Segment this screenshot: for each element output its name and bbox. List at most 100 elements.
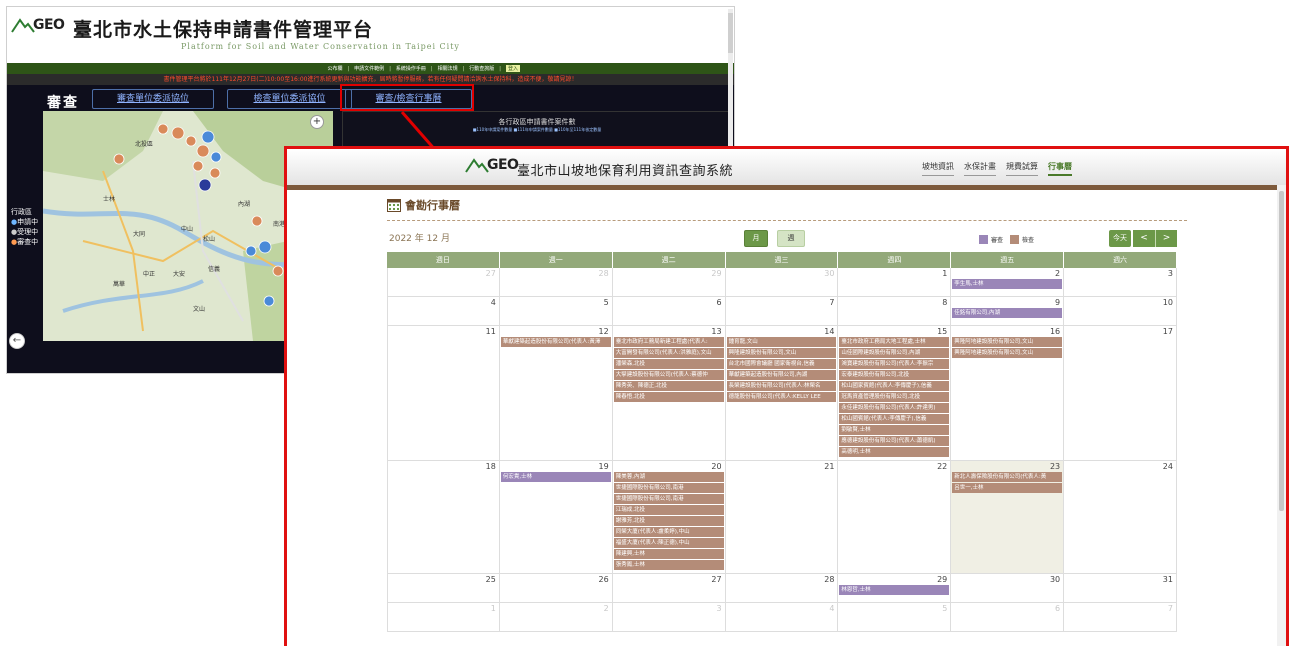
calendar-day-cell[interactable]: 7 [1064,603,1177,631]
review-event[interactable]: 林恩哲,士林 [839,585,950,595]
calendar-day-cell[interactable]: 24 [1064,461,1177,573]
inspection-event[interactable]: 陳春悟,北投 [613,392,724,402]
calendar-day-cell[interactable]: 5 [500,297,613,325]
calendar-day-cell[interactable]: 3 [613,603,726,631]
inspection-event[interactable]: 福盛大廈(代表人:陳正德),中山 [613,538,724,548]
calendar-day-cell[interactable]: 16 興隆阿地建設股份有限公司,文山 興隆阿地建設股份有限公司,文山 [951,326,1065,460]
calendar-day-cell[interactable]: 5 [838,603,952,631]
tab-inspection-assignment[interactable]: 檢查單位委派協位 [227,89,352,109]
legend-item-accepted[interactable]: ●受理中 [11,227,38,237]
calendar-day-cell[interactable]: 25 [387,574,500,602]
inspection-event[interactable]: 臺北市政府工務局新建工程處(代表人: [613,337,724,347]
bg-nav-item[interactable]: 系統操作手冊 [396,65,426,72]
calendar-day-cell[interactable]: 3 [1064,268,1177,296]
inspection-event[interactable]: 應德建設股份有限公司(代表人:蕭德凱) [839,436,950,446]
calendar-day-cell[interactable]: 6 [613,297,726,325]
calendar-day-cell[interactable]: 22 [838,461,952,573]
calendar-day-cell[interactable]: 6 [951,603,1065,631]
calendar-day-cell[interactable]: 15 臺北市政府工務局大地工程處,士林 山佳國際建設股份有限公司,內湖 鴻寶建設股份有… [838,326,952,460]
calendar-day-cell[interactable]: 29 [613,268,726,296]
calendar-day-cell[interactable]: 28 [500,268,613,296]
calendar-day-cell[interactable]: 1 [838,268,952,296]
calendar-day-cell[interactable]: 2 [500,603,613,631]
nav-slope-info[interactable]: 坡地資訊 [922,161,954,176]
inspection-event[interactable]: 呂世一,士林 [952,483,1063,493]
review-event[interactable]: 李生馬,士林 [952,279,1063,289]
bg-nav-item[interactable]: 公布欄 [327,65,342,72]
next-month-button[interactable]: > [1155,230,1177,247]
legend-item-reviewing[interactable]: ●審查中 [11,237,38,247]
inspection-event[interactable]: 德龍股份有限公司(代表人:KELLY LEE [726,392,837,402]
inspection-event[interactable]: 長榮建設股份有限公司(代表人:林榮名 [726,381,837,391]
nav-fee-calculator[interactable]: 規費試算 [1006,161,1038,176]
calendar-day-cell[interactable]: 20 陳美蓉,內湖 世捷國際股份有限公司,南港 世捷國際股份有限公司,南港 江瑞成,北投… [613,461,726,573]
inspection-event[interactable]: 謝雅芳,北投 [613,516,724,526]
inspection-event[interactable]: 冠馬資產管理股份有限公司,北投 [839,392,950,402]
calendar-day-cell[interactable]: 19 何宏貴,士林 [500,461,613,573]
bg-nav-item[interactable]: 相關法規 [438,65,458,72]
back-arrow-icon[interactable]: ← [9,333,25,349]
tab-review-assignment[interactable]: 審查單位委派協位 [92,89,214,109]
inspection-event[interactable]: 松山國賓館(代表人:李傳慶子),信義 [839,414,950,424]
calendar-day-cell[interactable]: 8 [838,297,952,325]
inspection-event[interactable]: 松山國家賓館(代表人:李傳慶子),信義 [839,381,950,391]
inspection-event[interactable]: 興隆阿地建設股份有限公司,文山 [952,348,1063,358]
calendar-day-cell[interactable]: 30 [726,268,839,296]
calendar-day-cell[interactable]: 2 李生馬,士林 [951,268,1065,296]
inspection-event[interactable]: 鍾育龍,文山 [726,337,837,347]
legend-item-applying[interactable]: ●申請中 [11,217,38,227]
inspection-event[interactable]: 華獻建築起造股份有限公司(代表人:黃澤 [500,337,611,347]
calendar-day-cell[interactable]: 7 [726,297,839,325]
inspection-event[interactable]: 潘榮森,北投 [613,359,724,369]
calendar-day-cell[interactable]: 27 [613,574,726,602]
calendar-day-cell[interactable]: 18 [387,461,500,573]
inspection-event[interactable]: 陳建興,士林 [613,549,724,559]
inspection-event[interactable]: 張秀鳳,士林 [613,560,724,570]
calendar-day-cell[interactable]: 4 [726,603,839,631]
inspection-event[interactable]: 興隆建設股份有限公司,文山 [726,348,837,358]
month-view-button[interactable]: 月 [744,230,768,247]
calendar-day-cell[interactable]: 27 [387,268,500,296]
inspection-event[interactable]: 同榮大廈(代表人:盧柔婷),中山 [613,527,724,537]
bg-nav-item[interactable]: 申請文件範例 [354,65,384,72]
inspection-event[interactable]: 華獻建築起造股份有限公司,內湖 [726,370,837,380]
inspection-event[interactable]: 宏泰建設股份有限公司,北投 [839,370,950,380]
calendar-day-cell[interactable]: 26 [500,574,613,602]
week-view-button[interactable]: 週 [777,230,805,247]
calendar-day-cell[interactable]: 31 [1064,574,1177,602]
bg-nav-item[interactable]: 行動查詢版 [469,65,494,72]
calendar-day-cell[interactable]: 11 [387,326,500,460]
inspection-event[interactable]: 台北市國際會議廳 國家衛視台,信義 [726,359,837,369]
calendar-day-cell[interactable]: 10 [1064,297,1177,325]
calendar-day-cell[interactable]: 17 [1064,326,1177,460]
calendar-day-cell[interactable]: 4 [387,297,500,325]
calendar-day-cell[interactable]: 29 林恩哲,士林 [838,574,952,602]
scrollbar-thumb[interactable] [1279,191,1284,511]
inspection-event[interactable]: 山佳國際建設股份有限公司,內湖 [839,348,950,358]
review-event[interactable]: 佳銘有限公司,內湖 [952,308,1063,318]
prev-month-button[interactable]: < [1133,230,1155,247]
calendar-day-cell[interactable]: 1 [387,603,500,631]
calendar-day-cell[interactable]: 13 臺北市政府工務局新建工程處(代表人: 大富開發有限公司(代表人:洪雅庭),文山… [613,326,726,460]
inspection-event[interactable]: 臺北市政府工務局大地工程處,士林 [839,337,950,347]
inspection-event[interactable]: 世捷國際股份有限公司,南港 [613,494,724,504]
login-link[interactable]: 登入 [505,65,520,72]
calendar-day-cell[interactable]: 12 華獻建築起造股份有限公司(代表人:黃澤 [500,326,613,460]
inspection-event[interactable]: 興隆阿地建設股份有限公司,文山 [952,337,1063,347]
inspection-event[interactable]: 陳秀英、陳德正,北投 [613,381,724,391]
calendar-day-cell[interactable]: 23 新北人壽保險股份有限公司(代表人:黃 呂世一,士林 [951,461,1065,573]
inspection-event[interactable]: 高德明,士林 [839,447,950,457]
inspection-event[interactable]: 劉敏賢,士林 [839,425,950,435]
review-event[interactable]: 何宏貴,士林 [500,472,611,482]
inspection-event[interactable]: 大擘建設股份有限公司(代表人:蔡德仲 [613,370,724,380]
calendar-day-cell[interactable]: 28 [726,574,839,602]
inspection-event[interactable]: 鴻寶建設股份有限公司(代表人:李振宗 [839,359,950,369]
map-zoom-in-button[interactable]: + [310,115,324,129]
inspection-event[interactable]: 世捷國際股份有限公司,南港 [613,483,724,493]
inspection-event[interactable]: 大富開發有限公司(代表人:洪雅庭),文山 [613,348,724,358]
nav-calendar[interactable]: 行事曆 [1048,161,1072,176]
inspection-event[interactable]: 陳美蓉,內湖 [613,472,724,482]
today-button[interactable]: 今天 [1109,230,1131,247]
calendar-day-cell[interactable]: 14 鍾育龍,文山 興隆建設股份有限公司,文山 台北市國際會議廳 國家衛視台,信義 華獻… [726,326,839,460]
inspection-event[interactable]: 新北人壽保險股份有限公司(代表人:黃 [952,472,1063,482]
